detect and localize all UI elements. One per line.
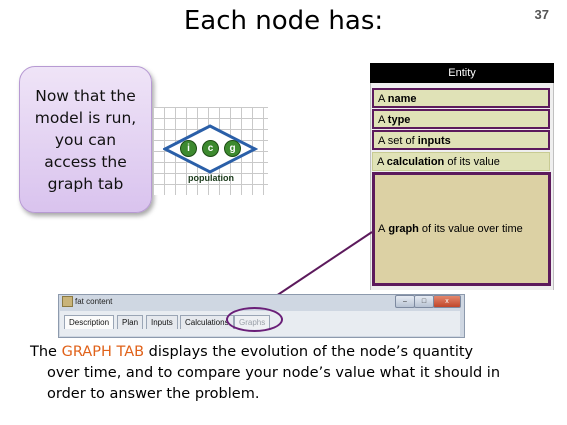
close-button[interactable]: x bbox=[433, 295, 461, 308]
window-app-icon bbox=[62, 296, 73, 307]
maximize-button[interactable]: □ bbox=[414, 295, 434, 308]
page-number: 37 bbox=[534, 7, 549, 22]
entity-row-calculation: A calculation of its value bbox=[372, 152, 550, 171]
entity-header: Entity bbox=[370, 63, 554, 83]
tab-plan[interactable]: Plan bbox=[117, 315, 144, 329]
tab-description[interactable]: Description bbox=[64, 315, 115, 329]
node-label: population bbox=[188, 173, 234, 183]
node-badge-c: c bbox=[202, 140, 219, 157]
callout-box: Now that the model is run, you can acces… bbox=[19, 66, 152, 213]
node-badge-g: g bbox=[224, 140, 241, 157]
description-text: The GRAPH TAB displays the evolution of … bbox=[30, 344, 501, 402]
graphs-tab-highlight-ring bbox=[226, 307, 283, 332]
window-title: fat content bbox=[75, 297, 113, 306]
tab-inputs[interactable]: Inputs bbox=[146, 315, 178, 329]
slide-title: Each node has: bbox=[183, 6, 384, 36]
node-badge-i: i bbox=[180, 140, 197, 157]
entity-row-graph: A graph of its value over time bbox=[372, 172, 551, 286]
minimize-button[interactable]: – bbox=[395, 295, 415, 308]
callout-text: Now that the model is run, you can acces… bbox=[34, 86, 137, 193]
entity-row-name: A name bbox=[372, 88, 550, 108]
entity-row-inputs: A set of inputs bbox=[372, 130, 550, 150]
entity-row-type: A type bbox=[372, 109, 550, 129]
graph-tab-highlight: GRAPH TAB bbox=[61, 344, 145, 360]
